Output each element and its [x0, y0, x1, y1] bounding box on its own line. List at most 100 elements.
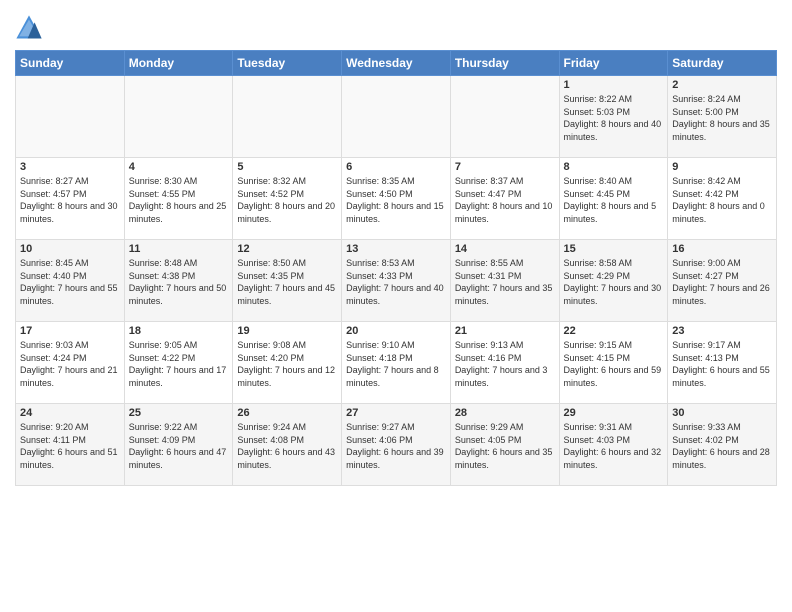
day-number: 12	[237, 243, 337, 255]
week-row-5: 24Sunrise: 9:20 AM Sunset: 4:11 PM Dayli…	[16, 404, 777, 486]
day-number: 26	[237, 407, 337, 419]
day-info: Sunrise: 9:13 AM Sunset: 4:16 PM Dayligh…	[455, 339, 555, 389]
day-cell: 20Sunrise: 9:10 AM Sunset: 4:18 PM Dayli…	[342, 322, 451, 404]
day-info: Sunrise: 9:29 AM Sunset: 4:05 PM Dayligh…	[455, 421, 555, 471]
day-number: 14	[455, 243, 555, 255]
day-cell: 24Sunrise: 9:20 AM Sunset: 4:11 PM Dayli…	[16, 404, 125, 486]
day-info: Sunrise: 9:00 AM Sunset: 4:27 PM Dayligh…	[672, 257, 772, 307]
day-cell: 8 Sunrise: 8:40 AM Sunset: 4:45 PM Daylig…	[559, 158, 668, 240]
day-info: Sunrise: 8:53 AM Sunset: 4:33 PM Dayligh…	[346, 257, 446, 307]
week-row-4: 17 Sunrise: 9:03 AM Sunset: 4:24 PM Dayli…	[16, 322, 777, 404]
weekday-header-saturday: Saturday	[668, 51, 777, 76]
day-cell: 11Sunrise: 8:48 AM Sunset: 4:38 PM Dayli…	[124, 240, 233, 322]
day-number: 25	[129, 407, 229, 419]
day-cell: 13 Sunrise: 8:53 AM Sunset: 4:33 PM Dayli…	[342, 240, 451, 322]
day-number: 22	[564, 325, 664, 337]
day-number: 19	[237, 325, 337, 337]
day-cell: 27 Sunrise: 9:27 AM Sunset: 4:06 PM Dayli…	[342, 404, 451, 486]
day-cell: 16 Sunrise: 9:00 AM Sunset: 4:27 PM Dayli…	[668, 240, 777, 322]
logo	[15, 14, 47, 42]
day-cell: 4Sunrise: 8:30 AM Sunset: 4:55 PM Daylig…	[124, 158, 233, 240]
day-number: 10	[20, 243, 120, 255]
day-number: 27	[346, 407, 446, 419]
day-cell: 15 Sunrise: 8:58 AM Sunset: 4:29 PM Dayli…	[559, 240, 668, 322]
day-cell	[16, 76, 125, 158]
day-info: Sunrise: 9:31 AM Sunset: 4:03 PM Dayligh…	[564, 421, 664, 471]
day-info: Sunrise: 9:22 AM Sunset: 4:09 PM Dayligh…	[129, 421, 229, 471]
day-cell: 29 Sunrise: 9:31 AM Sunset: 4:03 PM Dayli…	[559, 404, 668, 486]
day-cell: 23Sunrise: 9:17 AM Sunset: 4:13 PM Dayli…	[668, 322, 777, 404]
day-info: Sunrise: 8:55 AM Sunset: 4:31 PM Dayligh…	[455, 257, 555, 307]
day-cell: 25 Sunrise: 9:22 AM Sunset: 4:09 PM Dayli…	[124, 404, 233, 486]
day-cell: 9 Sunrise: 8:42 AM Sunset: 4:42 PM Daylig…	[668, 158, 777, 240]
day-info: Sunrise: 8:48 AM Sunset: 4:38 PM Dayligh…	[129, 257, 229, 307]
day-cell: 30 Sunrise: 9:33 AM Sunset: 4:02 PM Dayli…	[668, 404, 777, 486]
day-number: 30	[672, 407, 772, 419]
day-info: Sunrise: 9:20 AM Sunset: 4:11 PM Dayligh…	[20, 421, 120, 471]
page-container: SundayMondayTuesdayWednesdayThursdayFrid…	[0, 0, 792, 612]
day-cell	[450, 76, 559, 158]
page-header	[15, 10, 777, 42]
day-info: Sunrise: 8:50 AM Sunset: 4:35 PM Dayligh…	[237, 257, 337, 307]
day-info: Sunrise: 8:30 AM Sunset: 4:55 PM Dayligh…	[129, 175, 229, 225]
day-cell: 7 Sunrise: 8:37 AM Sunset: 4:47 PM Daylig…	[450, 158, 559, 240]
weekday-header-sunday: Sunday	[16, 51, 125, 76]
day-number: 17	[20, 325, 120, 337]
weekday-header-wednesday: Wednesday	[342, 51, 451, 76]
day-info: Sunrise: 9:05 AM Sunset: 4:22 PM Dayligh…	[129, 339, 229, 389]
day-cell: 10Sunrise: 8:45 AM Sunset: 4:40 PM Dayli…	[16, 240, 125, 322]
day-cell: 21 Sunrise: 9:13 AM Sunset: 4:16 PM Dayli…	[450, 322, 559, 404]
day-info: Sunrise: 9:33 AM Sunset: 4:02 PM Dayligh…	[672, 421, 772, 471]
day-info: Sunrise: 8:24 AM Sunset: 5:00 PM Dayligh…	[672, 93, 772, 143]
day-number: 18	[129, 325, 229, 337]
week-row-2: 3Sunrise: 8:27 AM Sunset: 4:57 PM Daylig…	[16, 158, 777, 240]
day-info: Sunrise: 9:03 AM Sunset: 4:24 PM Dayligh…	[20, 339, 120, 389]
day-info: Sunrise: 9:27 AM Sunset: 4:06 PM Dayligh…	[346, 421, 446, 471]
day-info: Sunrise: 9:08 AM Sunset: 4:20 PM Dayligh…	[237, 339, 337, 389]
day-info: Sunrise: 8:42 AM Sunset: 4:42 PM Dayligh…	[672, 175, 772, 225]
day-info: Sunrise: 8:22 AM Sunset: 5:03 PM Dayligh…	[564, 93, 664, 143]
day-cell	[342, 76, 451, 158]
weekday-header-friday: Friday	[559, 51, 668, 76]
day-number: 15	[564, 243, 664, 255]
day-cell: 19 Sunrise: 9:08 AM Sunset: 4:20 PM Dayli…	[233, 322, 342, 404]
week-row-3: 10Sunrise: 8:45 AM Sunset: 4:40 PM Dayli…	[16, 240, 777, 322]
day-cell: 3Sunrise: 8:27 AM Sunset: 4:57 PM Daylig…	[16, 158, 125, 240]
day-number: 23	[672, 325, 772, 337]
day-cell: 28 Sunrise: 9:29 AM Sunset: 4:05 PM Dayli…	[450, 404, 559, 486]
day-number: 13	[346, 243, 446, 255]
day-info: Sunrise: 8:35 AM Sunset: 4:50 PM Dayligh…	[346, 175, 446, 225]
day-number: 16	[672, 243, 772, 255]
day-number: 29	[564, 407, 664, 419]
day-cell: 12 Sunrise: 8:50 AM Sunset: 4:35 PM Dayli…	[233, 240, 342, 322]
logo-icon	[15, 14, 43, 42]
day-info: Sunrise: 8:58 AM Sunset: 4:29 PM Dayligh…	[564, 257, 664, 307]
day-info: Sunrise: 8:27 AM Sunset: 4:57 PM Dayligh…	[20, 175, 120, 225]
day-number: 21	[455, 325, 555, 337]
day-number: 9	[672, 161, 772, 173]
day-cell: 1 Sunrise: 8:22 AM Sunset: 5:03 PM Daylig…	[559, 76, 668, 158]
day-number: 6	[346, 161, 446, 173]
day-info: Sunrise: 9:15 AM Sunset: 4:15 PM Dayligh…	[564, 339, 664, 389]
day-cell: 17 Sunrise: 9:03 AM Sunset: 4:24 PM Dayli…	[16, 322, 125, 404]
day-cell: 6 Sunrise: 8:35 AM Sunset: 4:50 PM Daylig…	[342, 158, 451, 240]
weekday-header-monday: Monday	[124, 51, 233, 76]
day-info: Sunrise: 8:37 AM Sunset: 4:47 PM Dayligh…	[455, 175, 555, 225]
day-cell: 22 Sunrise: 9:15 AM Sunset: 4:15 PM Dayli…	[559, 322, 668, 404]
day-cell: 2Sunrise: 8:24 AM Sunset: 5:00 PM Daylig…	[668, 76, 777, 158]
day-number: 8	[564, 161, 664, 173]
day-info: Sunrise: 9:24 AM Sunset: 4:08 PM Dayligh…	[237, 421, 337, 471]
day-cell: 5 Sunrise: 8:32 AM Sunset: 4:52 PM Daylig…	[233, 158, 342, 240]
day-cell: 26 Sunrise: 9:24 AM Sunset: 4:08 PM Dayli…	[233, 404, 342, 486]
weekday-header-row: SundayMondayTuesdayWednesdayThursdayFrid…	[16, 51, 777, 76]
week-row-1: 1 Sunrise: 8:22 AM Sunset: 5:03 PM Daylig…	[16, 76, 777, 158]
day-info: Sunrise: 8:40 AM Sunset: 4:45 PM Dayligh…	[564, 175, 664, 225]
day-number: 7	[455, 161, 555, 173]
day-number: 1	[564, 79, 664, 91]
calendar-table: SundayMondayTuesdayWednesdayThursdayFrid…	[15, 50, 777, 486]
day-number: 28	[455, 407, 555, 419]
day-info: Sunrise: 8:32 AM Sunset: 4:52 PM Dayligh…	[237, 175, 337, 225]
day-info: Sunrise: 9:10 AM Sunset: 4:18 PM Dayligh…	[346, 339, 446, 389]
day-number: 5	[237, 161, 337, 173]
day-cell: 18 Sunrise: 9:05 AM Sunset: 4:22 PM Dayli…	[124, 322, 233, 404]
